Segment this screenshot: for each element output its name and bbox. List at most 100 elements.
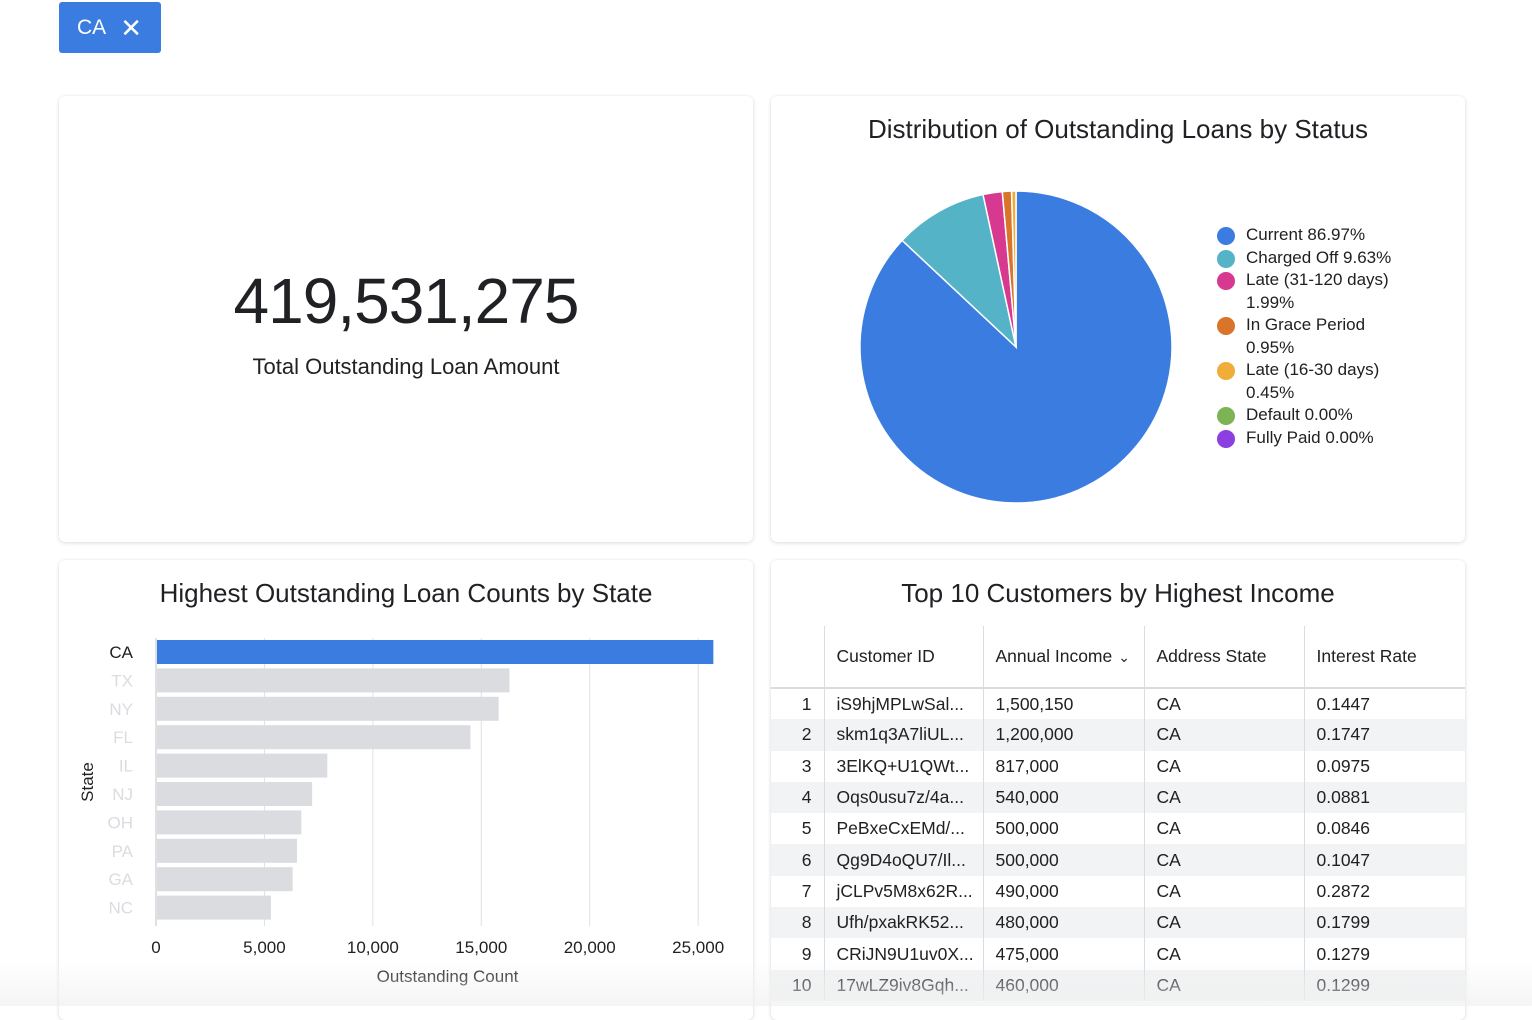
customer-id-cell: Qg9D4oQU7/Il... — [823, 844, 983, 876]
x-tick-label: 10,000 — [347, 938, 399, 957]
bar-oh[interactable] — [157, 810, 302, 835]
interest-rate-cell: 0.1799 — [1303, 907, 1465, 939]
row-number: 4 — [771, 781, 824, 814]
table-row[interactable]: 3 3ElKQ+U1QWt... 817,000 CA 0.0975 — [771, 750, 1465, 782]
interest-rate-cell: 0.0846 — [1303, 813, 1465, 845]
state-bar-chart-card: Highest Outstanding Loan Counts by State… — [59, 560, 753, 1020]
address-state-cell: CA — [1143, 750, 1304, 782]
bar-fl[interactable] — [157, 725, 471, 750]
address-state-cell: CA — [1143, 938, 1304, 970]
pie-legend: Current 86.97% Charged Off 9.63% Late (31-… — [1217, 224, 1457, 449]
row-number: 3 — [801, 755, 812, 776]
customer-id-cell: jCLPv5M8x62R... — [823, 875, 983, 908]
bar-ga[interactable] — [157, 867, 293, 892]
customer-id-cell: Oqs0usu7z/4a... — [823, 781, 983, 814]
y-tick-label: PA — [112, 842, 134, 861]
legend-item[interactable]: Default 0.00% — [1217, 404, 1457, 427]
row-number: 10 — [771, 969, 824, 1001]
interest-rate-cell: 0.1279 — [1303, 938, 1465, 970]
x-tick-label: 0 — [151, 938, 160, 957]
y-tick-label: IL — [119, 757, 133, 776]
customer-id-cell: 3ElKQ+U1QWt... — [823, 750, 983, 782]
bar-tx[interactable] — [157, 668, 510, 693]
address-state-cell: CA — [1143, 781, 1304, 814]
x-tick-label: 20,000 — [564, 938, 616, 957]
table-row[interactable]: 4 Oqs0usu7z/4a... 540,000 CA 0.0881 — [771, 781, 1465, 814]
legend-label: Fully Paid 0.00% — [1246, 427, 1374, 447]
bar-pa[interactable] — [157, 838, 297, 863]
annual-income-cell: 500,000 — [982, 844, 1144, 876]
filter-chip-label: CA — [77, 15, 107, 39]
annual-income-cell: 490,000 — [982, 875, 1144, 908]
row-number: 1 — [801, 693, 812, 714]
loan-status-pie-card: Distribution of Outstanding Loans by Sta… — [771, 96, 1465, 542]
annual-income-label: Annual Income — [995, 646, 1113, 666]
y-tick-label: GA — [108, 870, 133, 889]
close-icon[interactable]: ✕ — [120, 15, 142, 41]
customer-id-cell: iS9hjMPLwSal... — [823, 688, 983, 720]
address-state-cell: CA — [1143, 844, 1304, 876]
bar-nj[interactable] — [157, 782, 313, 806]
table-row[interactable]: 10 17wLZ9iv8Gqh... 460,000 CA 0.1299 — [771, 969, 1465, 1001]
bar-chart: 0 5,000 10,000 15,000 20,000 25,000 CA TX NY FL IL… — [78, 638, 724, 986]
legend-swatch — [1217, 429, 1235, 448]
row-number: 5 — [801, 818, 812, 839]
customer-id-cell: skm1q3A7liUL... — [823, 719, 983, 751]
table-row[interactable]: 6 Qg9D4oQU7/Il... 500,000 CA 0.1047 — [771, 844, 1465, 876]
legend-label: Default 0.00% — [1246, 405, 1353, 424]
address-state-cell: CA — [1143, 969, 1304, 1001]
row-number-header — [771, 626, 824, 689]
table-row[interactable]: 8 Ufh/pxakRK52... 480,000 CA 0.1799 — [771, 907, 1465, 939]
column-header-interest-rate[interactable]: Interest Rate — [1303, 626, 1465, 689]
y-tick-label: NY — [109, 700, 133, 719]
bar-nc[interactable] — [157, 895, 271, 920]
table-title: Top 10 Customers by Highest Income — [901, 578, 1335, 608]
legend-swatch — [1217, 317, 1235, 335]
legend-swatch — [1217, 362, 1235, 380]
legend-swatch — [1217, 407, 1235, 425]
legend-item[interactable]: Late (31-120 days) 1.99% — [1217, 269, 1457, 314]
bar-il[interactable] — [157, 753, 328, 778]
annual-income-cell: 1,200,000 — [982, 719, 1144, 751]
legend-item[interactable]: Current 86.97% — [1217, 224, 1457, 247]
table-row[interactable]: 9 CRiJN9U1uv0X... 475,000 CA 0.1279 — [771, 938, 1465, 970]
row-number: 8 — [771, 907, 824, 939]
x-axis-title: Outstanding Count — [377, 967, 519, 986]
state-filter-chip[interactable]: CA ✕ — [59, 2, 161, 53]
customer-id-cell: CRiJN9U1uv0X... — [823, 938, 983, 970]
table-row[interactable]: 1 iS9hjMPLwSal... 1,500,150 CA 0.1447 — [771, 688, 1465, 720]
customer-id-cell: 17wLZ9iv8Gqh... — [823, 969, 983, 1001]
table-row[interactable]: 2 skm1q3A7liUL... 1,200,000 CA 0.1747 — [771, 719, 1465, 751]
bar-ca[interactable] — [157, 640, 714, 664]
total-outstanding-card: 419,531,275 Total Outstanding Loan Amoun… — [59, 96, 753, 542]
y-tick-label: FL — [113, 728, 133, 747]
interest-rate-cell: 0.1747 — [1303, 719, 1465, 751]
table-header-row: Customer ID Annual Income ⌄ Address State… — [771, 626, 1465, 689]
y-tick-label: NJ — [112, 785, 133, 804]
bar-ny[interactable] — [157, 696, 499, 721]
table-row[interactable]: 5 PeBxeCxEMd/... 500,000 CA 0.0846 — [771, 813, 1465, 845]
legend-label: Late (16-30 days) 0.45% — [1246, 360, 1380, 402]
address-state-cell: CA — [1143, 813, 1304, 845]
interest-rate-cell: 0.2872 — [1303, 875, 1465, 908]
legend-swatch — [1217, 227, 1235, 245]
interest-rate-cell: 0.1047 — [1303, 844, 1465, 876]
row-number: 9 — [801, 943, 812, 964]
legend-item[interactable]: Fully Paid 0.00% — [1217, 427, 1457, 450]
column-header-address-state[interactable]: Address State — [1143, 626, 1304, 689]
legend-item[interactable]: Charged Off 9.63% — [1217, 247, 1457, 270]
y-tick-label: TX — [111, 671, 133, 690]
legend-item[interactable]: Late (16-30 days) 0.45% — [1217, 359, 1457, 404]
legend-swatch — [1217, 272, 1235, 290]
legend-label: Charged Off 9.63% — [1246, 247, 1392, 267]
legend-item[interactable]: In Grace Period 0.95% — [1217, 314, 1457, 359]
table-row[interactable]: 7 jCLPv5M8x62R... 490,000 CA 0.2872 — [771, 875, 1465, 908]
address-state-cell: CA — [1143, 719, 1304, 751]
annual-income-cell: 500,000 — [982, 813, 1144, 845]
chevron-down-icon[interactable]: ⌄ — [1118, 649, 1130, 666]
interest-rate-cell: 0.1299 — [1303, 969, 1465, 1001]
column-header-customer-id[interactable]: Customer ID — [823, 626, 983, 689]
x-tick-label: 25,000 — [672, 938, 724, 957]
column-header-annual-income[interactable]: Annual Income ⌄ — [982, 626, 1144, 689]
address-state-cell: CA — [1143, 875, 1304, 908]
